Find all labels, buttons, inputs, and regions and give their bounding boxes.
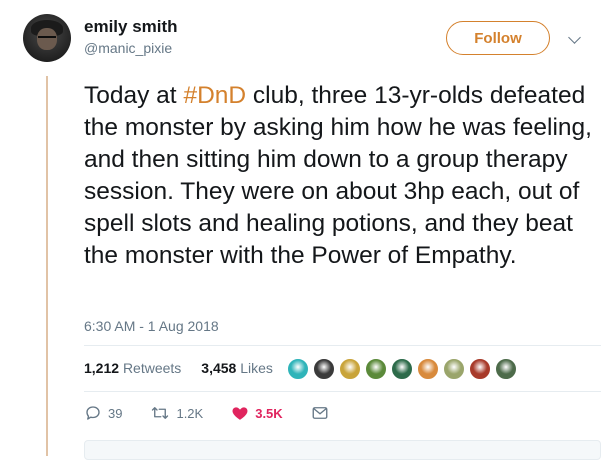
liker-avatar-7[interactable]	[442, 357, 466, 381]
retweets-stat[interactable]: 1,212 Retweets	[84, 360, 181, 376]
retweet-count: 1.2K	[176, 405, 204, 421]
thread-connector-line	[46, 76, 48, 456]
likes-stat[interactable]: 3,458 Likes	[201, 360, 273, 376]
likes-label: Likes	[240, 360, 273, 376]
display-name[interactable]: emily smith	[84, 17, 178, 37]
liker-avatar-5[interactable]	[390, 357, 414, 381]
likes-count: 3,458	[201, 360, 237, 376]
envelope-icon	[311, 405, 329, 421]
chevron-down-icon[interactable]	[568, 31, 581, 44]
tweet-text-before: Today at	[84, 82, 184, 109]
user-handle[interactable]: @manic_pixie	[84, 40, 172, 56]
avatar-glasses	[38, 36, 56, 42]
avatar[interactable]	[23, 14, 71, 62]
liker-avatar-1[interactable]	[286, 357, 310, 381]
direct-message-button[interactable]	[311, 405, 329, 421]
follow-button[interactable]: Follow	[446, 21, 550, 55]
retweet-icon	[150, 404, 170, 422]
retweets-label: Retweets	[122, 360, 182, 376]
tweet-text: Today at #DnD club, three 13-yr-olds def…	[84, 80, 594, 272]
liker-avatar-4[interactable]	[364, 357, 388, 381]
like-button[interactable]: 3.5K	[231, 404, 283, 422]
tweet-text-after: club, three 13-yr-olds defeated the mons…	[84, 82, 592, 269]
liker-avatar-3[interactable]	[338, 357, 362, 381]
reply-icon	[84, 404, 102, 422]
hashtag-link[interactable]: #DnD	[183, 82, 246, 109]
liker-avatar-9[interactable]	[494, 357, 518, 381]
divider	[84, 345, 601, 346]
liker-avatars	[286, 357, 518, 381]
tweet-timestamp[interactable]: 6:30 AM - 1 Aug 2018	[84, 318, 219, 334]
reply-input[interactable]	[84, 440, 601, 460]
heart-icon	[231, 404, 249, 422]
liker-avatar-2[interactable]	[312, 357, 336, 381]
tweet-actions: 39 1.2K 3.5K	[84, 404, 353, 422]
engagement-stats: 1,212 Retweets 3,458 Likes	[84, 360, 273, 376]
retweet-button[interactable]: 1.2K	[150, 404, 203, 422]
reply-button[interactable]: 39	[84, 404, 122, 422]
divider	[84, 391, 601, 392]
liker-avatar-8[interactable]	[468, 357, 492, 381]
reply-count: 39	[108, 405, 123, 421]
retweets-count: 1,212	[84, 360, 120, 376]
liker-avatar-6[interactable]	[416, 357, 440, 381]
like-count: 3.5K	[255, 405, 283, 421]
